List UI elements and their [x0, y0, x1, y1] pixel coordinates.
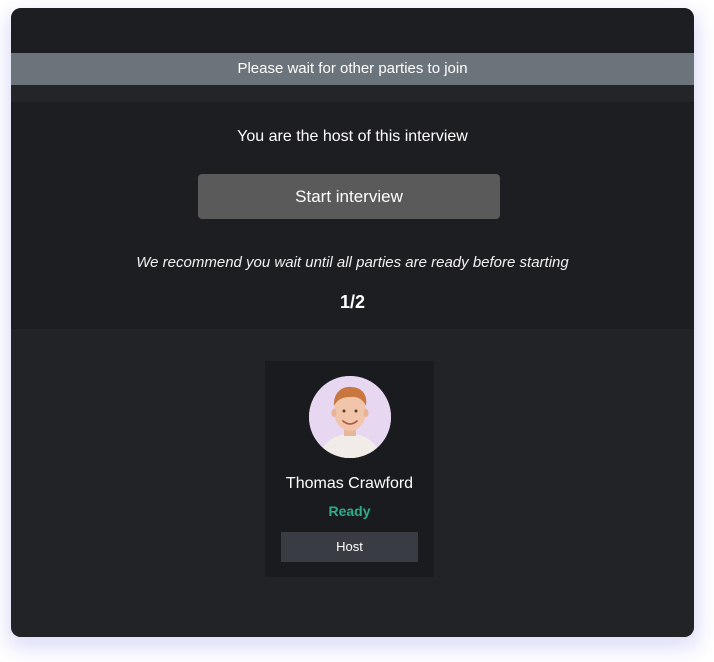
- waiting-banner: Please wait for other parties to join: [11, 53, 694, 85]
- banner-divider: [11, 85, 694, 102]
- participant-status: Ready: [328, 503, 371, 519]
- participant-count: 1/2: [339, 292, 366, 312]
- person-avatar-icon: [309, 376, 391, 458]
- top-bar: [11, 8, 694, 53]
- participant-role-badge: Host: [281, 532, 418, 562]
- participant-card: Thomas Crawford Ready Host: [265, 361, 434, 577]
- participant-name: Thomas Crawford: [285, 475, 414, 492]
- host-panel: You are the host of this interview Start…: [11, 102, 694, 329]
- participants-section: Thomas Crawford Ready Host: [11, 329, 694, 637]
- host-title: You are the host of this interview: [237, 128, 468, 145]
- interview-lobby-card: Please wait for other parties to join Yo…: [11, 8, 694, 637]
- start-interview-button[interactable]: Start interview: [198, 174, 500, 219]
- recommendation-text: We recommend you wait until all parties …: [136, 254, 569, 271]
